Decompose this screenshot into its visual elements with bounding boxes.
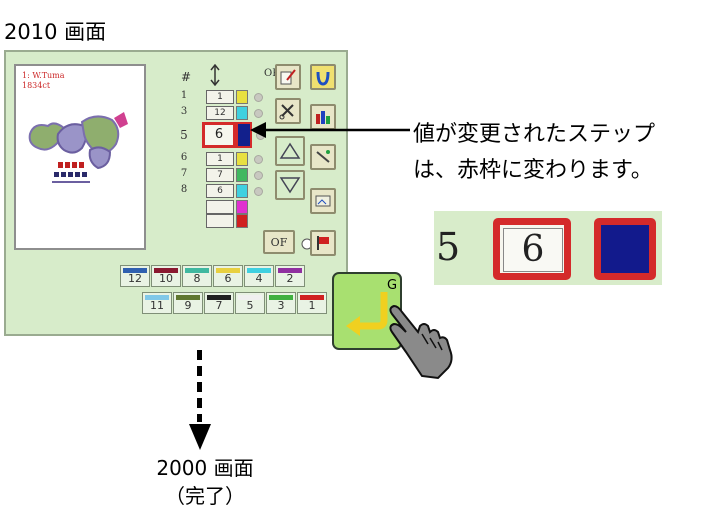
step-value-cell-selected[interactable]: 6 [202, 122, 236, 148]
thread-button[interactable]: 5 [235, 292, 265, 314]
design-preview[interactable]: 1: W.Tuma 1834ct [14, 64, 146, 250]
step-color-swatch [236, 90, 248, 104]
step-number: 7 [180, 168, 188, 179]
zoom-value: 6 [503, 228, 563, 272]
screen-title: 2010 画面 [4, 20, 107, 44]
step-number: 3 [180, 106, 188, 117]
op-indicator[interactable] [254, 187, 263, 196]
thread-button[interactable]: 6 [213, 265, 243, 287]
step-number: 1 [180, 90, 188, 101]
zoomed-selection: 5 6 [434, 211, 662, 285]
zoom-value-frame: 6 [493, 218, 571, 280]
ofs-button[interactable]: OF [263, 230, 295, 254]
zoom-step-number: 5 [436, 225, 461, 269]
step-value-cell[interactable] [206, 200, 234, 214]
col-number-header: # [181, 70, 192, 84]
step-value-cell[interactable]: 6 [206, 184, 234, 198]
ofs-label: OF [270, 235, 288, 249]
horseshoe-button[interactable] [310, 64, 336, 90]
step-value-cell[interactable]: 1 [206, 90, 234, 104]
op-indicator[interactable] [254, 93, 263, 102]
step-color-swatch [236, 152, 248, 166]
step-value-cell[interactable] [206, 214, 234, 228]
thread-button[interactable]: 12 [120, 265, 150, 287]
step-value-cell[interactable]: 1 [206, 152, 234, 166]
thread-button[interactable]: 9 [173, 292, 203, 314]
triangle-up-icon [279, 142, 301, 159]
thread-button[interactable]: 4 [244, 265, 274, 287]
callout-line-2: は、赤枠に変わります。 [413, 158, 653, 183]
pointing-hand-icon [389, 304, 453, 380]
thread-edit-icon [280, 69, 296, 85]
thread-button[interactable]: 3 [266, 292, 296, 314]
flag-button[interactable] [310, 230, 336, 256]
frame-icon [315, 195, 331, 207]
frame-button[interactable] [310, 188, 336, 214]
design-label: 1: W.Tuma 1834ct [22, 71, 65, 90]
callout-line-1: 値が変更されたステップ [413, 122, 656, 147]
thread-button[interactable]: 1 [297, 292, 327, 314]
horseshoe-icon [316, 71, 330, 86]
callout-text: 値が変更されたステップ は、赤枠に変わります。 [413, 117, 655, 189]
triangle-down-icon [279, 177, 301, 194]
step-number: 6 [180, 152, 188, 163]
zoom-color-swatch [594, 218, 656, 280]
flag-icon [317, 236, 329, 250]
step-number: 8 [180, 184, 188, 195]
op-indicator[interactable] [254, 171, 263, 180]
selected-value: 6 [214, 127, 224, 142]
step-number-selected: 5 [180, 128, 188, 142]
step-color-swatch [236, 214, 248, 228]
needle-button[interactable] [310, 144, 336, 170]
step-value-cell[interactable]: 7 [206, 168, 234, 182]
next-screen-status: （完了） [165, 484, 245, 508]
needle-icon [316, 150, 330, 163]
callout-arrow [250, 122, 410, 138]
thread-button[interactable]: 10 [151, 265, 181, 287]
machine-screen: 1: W.Tuma 1834ct # OP 1 1 3 12 5 6 6 1 7… [4, 50, 348, 336]
step-color-swatch [236, 168, 248, 182]
step-color-swatch [236, 200, 248, 214]
step-color-swatch [236, 106, 248, 120]
thread-button[interactable]: 8 [182, 265, 212, 287]
step-value-cell[interactable]: 12 [206, 106, 234, 120]
thread-button[interactable]: 2 [275, 265, 305, 287]
op-indicator[interactable] [254, 155, 263, 164]
thread-edit-button[interactable] [275, 64, 301, 90]
step-down-button[interactable] [275, 170, 305, 200]
next-screen-title: 2000 画面 [156, 456, 254, 480]
transition-arrow [189, 350, 211, 450]
world-map-image [28, 112, 128, 183]
next-screen-label: 2000 画面 （完了） [120, 454, 290, 510]
thread-button[interactable]: 11 [142, 292, 172, 314]
thread-button[interactable]: 7 [204, 292, 234, 314]
step-color-swatch [236, 184, 248, 198]
op-indicator[interactable] [254, 109, 263, 118]
arrow-updown-icon [210, 64, 220, 86]
